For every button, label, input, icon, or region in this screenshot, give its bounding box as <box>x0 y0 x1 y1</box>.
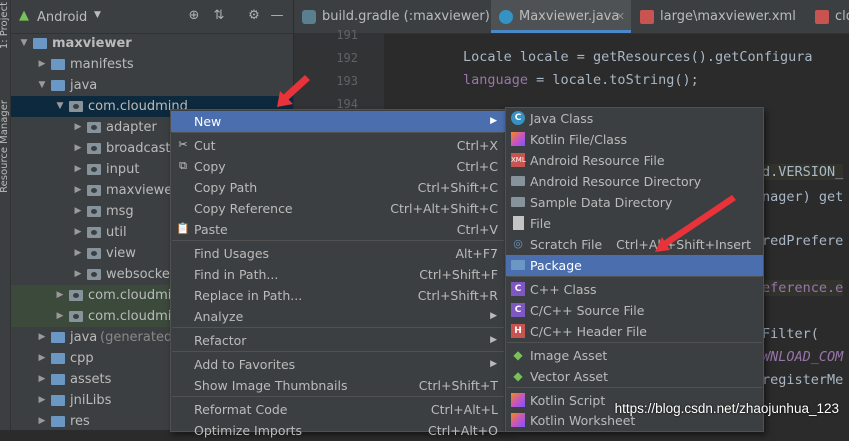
annotation-arrows <box>277 75 736 252</box>
red-arrow <box>277 75 310 107</box>
watermark-text: https://blog.csdn.net/zhaojunhua_123 <box>614 401 839 416</box>
red-arrow <box>655 195 736 252</box>
